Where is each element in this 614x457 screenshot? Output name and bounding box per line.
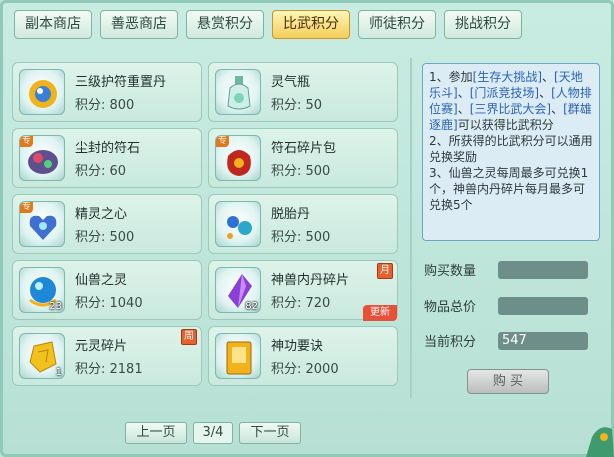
item-name: 仙兽之灵 (75, 273, 128, 288)
corner-decoration-icon (578, 417, 614, 457)
spirit-heart-icon: 专 (19, 201, 65, 247)
item-name: 三级护符重置丹 (75, 75, 167, 90)
rule-text: 、 (542, 70, 555, 84)
rule-text: 2、所获得的比武积分可以通用兑换奖励 (429, 134, 593, 164)
item-card[interactable]: 专 符石碎片包 积分: 500 (208, 128, 398, 188)
pagination: 上一页 3/4 下一页 (125, 422, 301, 444)
tab-karma-shop[interactable]: 善恶商店 (100, 10, 178, 39)
item-name: 尘封的符石 (75, 141, 141, 156)
spirit-bottle-icon (215, 69, 261, 115)
item-card[interactable]: 82 神兽内丹碎片 积分: 720 月 更新 (208, 260, 398, 321)
item-price: 积分: 720 (271, 296, 331, 311)
item-price: 积分: 500 (271, 164, 331, 179)
activity-link[interactable]: [门派竞技场] (470, 86, 539, 100)
item-price: 积分: 1040 (75, 296, 143, 311)
tab-mentor-points[interactable]: 师徒积分 (358, 10, 436, 39)
activity-link[interactable]: [三界比武大会] (470, 102, 551, 116)
item-name: 元灵碎片 (75, 339, 128, 354)
rule-text: 1、参加 (429, 70, 473, 84)
item-name: 脱胎丹 (271, 207, 311, 222)
item-name: 神功要诀 (271, 339, 324, 354)
item-card[interactable]: 23 仙兽之灵 积分: 1040 (12, 260, 202, 320)
rune-fragment-bag-icon: 专 (215, 135, 261, 181)
item-name: 神兽内丹碎片 (271, 273, 350, 288)
exclusive-tag: 专 (216, 136, 230, 147)
item-card[interactable]: 灵气瓶 积分: 50 (208, 62, 398, 122)
item-list: 三级护符重置丹 积分: 800 灵气瓶 积分: 50 专 尘封的符石 积分: 6… (12, 62, 410, 386)
item-count: 1 (55, 367, 62, 378)
next-page-button[interactable]: 下一页 (239, 422, 301, 444)
rule-text: 、 (457, 102, 470, 116)
item-name: 精灵之心 (75, 207, 128, 222)
item-card[interactable]: 专 尘封的符石 积分: 60 (12, 128, 202, 188)
item-card[interactable]: 专 精灵之心 积分: 500 (12, 194, 202, 254)
qty-field[interactable] (498, 261, 588, 279)
exclusive-tag: 专 (20, 136, 34, 147)
item-card[interactable]: 神功要诀 积分: 2000 (208, 326, 398, 386)
rule-text: 、 (457, 86, 470, 100)
activity-link[interactable]: [生存大挑战] (473, 70, 542, 84)
panel-divider (410, 58, 412, 398)
item-name: 符石碎片包 (271, 141, 337, 156)
tab-bounty-points[interactable]: 悬赏积分 (186, 10, 264, 39)
item-card[interactable]: 1 元灵碎片 积分: 2181 周 (12, 326, 202, 386)
rules-description: 1、参加[生存大挑战]、[天地乐斗]、[门派竞技场]、[人物排位赛]、[三界比武… (422, 63, 600, 241)
item-card[interactable]: 三级护符重置丹 积分: 800 (12, 62, 202, 122)
item-count: 23 (49, 301, 62, 312)
page-indicator: 3/4 (193, 422, 233, 444)
rule-text: 、 (539, 86, 552, 100)
talisman-pill-icon (19, 69, 65, 115)
item-card[interactable]: 脱胎丹 积分: 500 (208, 194, 398, 254)
rule-text: 、 (551, 102, 564, 116)
item-price: 积分: 2181 (75, 362, 143, 377)
updated-tag: 更新 (363, 305, 397, 321)
yuanling-fragment-icon: 1 (19, 333, 65, 379)
rule-text: 可以获得比武积分 (457, 118, 554, 132)
item-price: 积分: 500 (271, 230, 331, 245)
item-price: 积分: 800 (75, 98, 135, 113)
tab-arena-points[interactable]: 比武积分 (272, 10, 350, 39)
weekly-badge: 周 (181, 329, 197, 345)
tab-challenge-points[interactable]: 挑战积分 (444, 10, 522, 39)
rule-text: 3、仙兽之灵每周最多可兑换1个，神兽内丹碎片每月最多可兑换5个 (429, 166, 589, 212)
qty-label: 购买数量 (424, 264, 477, 279)
monthly-badge: 月 (377, 263, 393, 279)
prev-page-button[interactable]: 上一页 (125, 422, 187, 444)
tab-dungeon-shop[interactable]: 副本商店 (14, 10, 92, 39)
rune-stone-icon: 专 (19, 135, 65, 181)
skill-book-icon (215, 333, 261, 379)
item-price: 积分: 2000 (271, 362, 339, 377)
item-name: 灵气瓶 (271, 75, 311, 90)
tab-bar: 副本商店 善恶商店 悬赏积分 比武积分 师徒积分 挑战积分 (14, 10, 522, 40)
item-count: 82 (245, 301, 258, 312)
points-label: 当前积分 (424, 335, 477, 350)
item-price: 积分: 50 (271, 98, 323, 113)
item-price: 积分: 60 (75, 164, 127, 179)
beast-spirit-icon: 23 (19, 267, 65, 313)
total-field (498, 297, 588, 315)
points-field: 547 (498, 332, 588, 350)
beast-core-fragment-icon: 82 (215, 267, 261, 313)
buy-button[interactable]: 购 买 (467, 369, 549, 394)
item-price: 积分: 500 (75, 230, 135, 245)
exclusive-tag: 专 (20, 202, 34, 213)
rebirth-pill-icon (215, 201, 261, 247)
total-label: 物品总价 (424, 300, 477, 315)
